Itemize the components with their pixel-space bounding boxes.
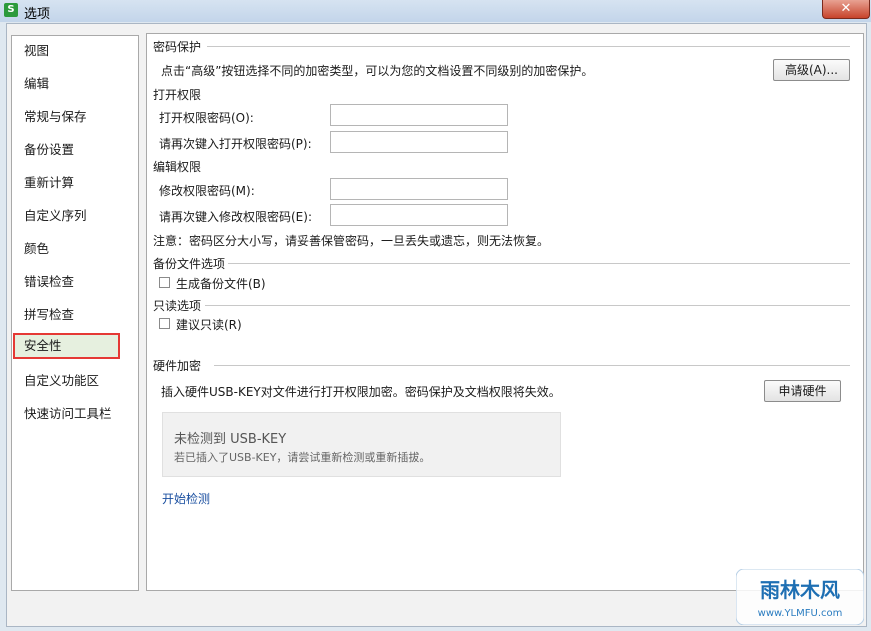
start-detect-link[interactable]: 开始检测 [162,490,210,507]
close-button[interactable]: ✕ [822,0,870,19]
edit-password-label: 修改权限密码(M): [159,184,255,198]
open-confirm-field[interactable] [330,131,508,153]
apply-hardware-button[interactable]: 申请硬件 [764,380,841,402]
title-bar: S 选项 ✕ [0,0,871,22]
open-password-label: 打开权限密码(O): [159,111,254,125]
readonly-checkbox-label[interactable]: 建议只读(R) [176,316,242,333]
section-divider [214,365,850,366]
advanced-button[interactable]: 高级(A)... [773,59,850,81]
sidebar-item-security[interactable]: 安全性 [13,333,120,359]
open-password-field[interactable] [330,104,508,126]
password-description: 点击“高级”按钮选择不同的加密类型，可以为您的文档设置不同级别的加密保护。 [161,64,594,78]
password-section-title: 密码保护 [153,40,202,54]
backup-checkbox-label[interactable]: 生成备份文件(B) [176,275,266,292]
edit-confirm-label: 请再次键入修改权限密码(E): [159,210,312,224]
sidebar: 视图 编辑 常规与保存 备份设置 重新计算 自定义序列 颜色 错误检查 拼写检查… [11,35,139,591]
sidebar-item-general-save[interactable]: 常规与保存 [13,104,134,130]
sidebar-item-color[interactable]: 颜色 [13,236,134,262]
edit-confirm-field[interactable] [330,204,508,226]
usb-status-hint: 若已插入了USB-KEY，请尝试重新检测或重新插拔。 [174,451,431,464]
watermark-url: www.YLMFU.com [758,608,843,619]
password-note: 注意：密码区分大小写，请妥善保管密码，一旦丢失或遗忘，则无法恢复。 [153,234,550,248]
sidebar-item-error-check[interactable]: 错误检查 [13,269,134,295]
section-divider [207,46,850,47]
sidebar-item-recalculate[interactable]: 重新计算 [13,170,134,196]
sidebar-item-custom-ribbon[interactable]: 自定义功能区 [13,368,134,394]
app-icon: S [4,3,18,17]
sidebar-item-backup[interactable]: 备份设置 [13,137,134,163]
sidebar-item-edit[interactable]: 编辑 [13,71,134,97]
sidebar-item-custom-list[interactable]: 自定义序列 [13,203,134,229]
watermark-brand: 雨林木风 [760,578,840,602]
backup-section-title: 备份文件选项 [153,257,226,271]
sidebar-item-spell-check[interactable]: 拼写检查 [13,302,134,328]
readonly-checkbox[interactable] [159,318,170,329]
backup-checkbox[interactable] [159,277,170,288]
window-title: 选项 [24,7,51,22]
usb-status-box: 未检测到 USB-KEY 若已插入了USB-KEY，请尝试重新检测或重新插拔。 [162,412,561,477]
sidebar-item-view[interactable]: 视图 [13,38,134,64]
hardware-section-title: 硬件加密 [153,359,202,373]
usb-status-title: 未检测到 USB-KEY [174,432,287,447]
sidebar-item-quick-access[interactable]: 快速访问工具栏 [13,401,134,427]
hardware-description: 插入硬件USB-KEY对文件进行打开权限加密。密码保护及文档权限将失效。 [161,385,561,399]
section-divider [228,263,850,264]
readonly-section-title: 只读选项 [153,299,202,313]
open-confirm-label: 请再次键入打开权限密码(P): [159,137,312,151]
open-permission-heading: 打开权限 [153,88,202,102]
edit-password-field[interactable] [330,178,508,200]
section-divider [205,305,850,306]
edit-permission-heading: 编辑权限 [153,160,202,174]
watermark-logo: 雨林木风 www.YLMFU.com [736,569,864,625]
